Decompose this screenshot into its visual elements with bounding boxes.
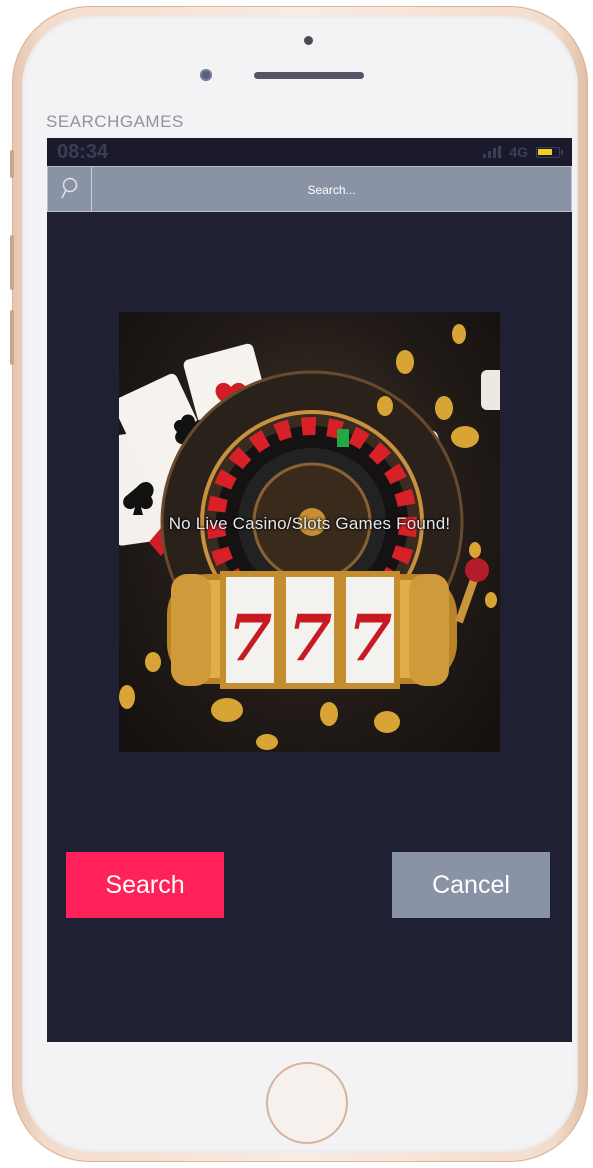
proximity-sensor	[304, 36, 313, 45]
empty-results-message: No Live Casino/Slots Games Found!	[168, 514, 451, 533]
status-time: 08:34	[57, 141, 109, 163]
volume-up-button	[10, 235, 14, 290]
battery-icon	[536, 146, 563, 158]
cancel-button[interactable]: Cancel	[392, 852, 550, 918]
search-input[interactable]	[92, 167, 571, 213]
earpiece-speaker	[254, 72, 364, 79]
casino-promo-image: 7 7 7 No Live Casino/Slots Games Found!	[119, 312, 500, 752]
volume-down-button	[10, 310, 14, 365]
home-button[interactable]	[266, 1062, 348, 1144]
search-button[interactable]: Search	[66, 852, 224, 918]
app-title: SEARCHGAMES	[46, 112, 184, 131]
search-icon	[60, 177, 77, 199]
search-icon-button[interactable]	[48, 167, 92, 211]
signal-icon	[483, 146, 502, 158]
search-bar	[47, 166, 572, 213]
slot-reels-icon: 7 7 7	[167, 558, 489, 689]
phone-screen: 08:34 4G Search... 7 7 7 No Live Casino/…	[47, 138, 572, 1042]
network-label: 4G	[509, 144, 528, 160]
front-camera	[200, 69, 212, 81]
status-indicators: 4G	[483, 144, 563, 160]
reel-symbol: 7	[288, 601, 333, 676]
page: SEARCHGAMES 08:34 4G Search... 7 7 7 No …	[0, 0, 593, 1168]
reel-symbol: 7	[228, 601, 273, 676]
silent-switch	[10, 150, 14, 178]
reel-symbol: 7	[348, 601, 393, 676]
status-bar: 08:34 4G	[47, 138, 572, 166]
